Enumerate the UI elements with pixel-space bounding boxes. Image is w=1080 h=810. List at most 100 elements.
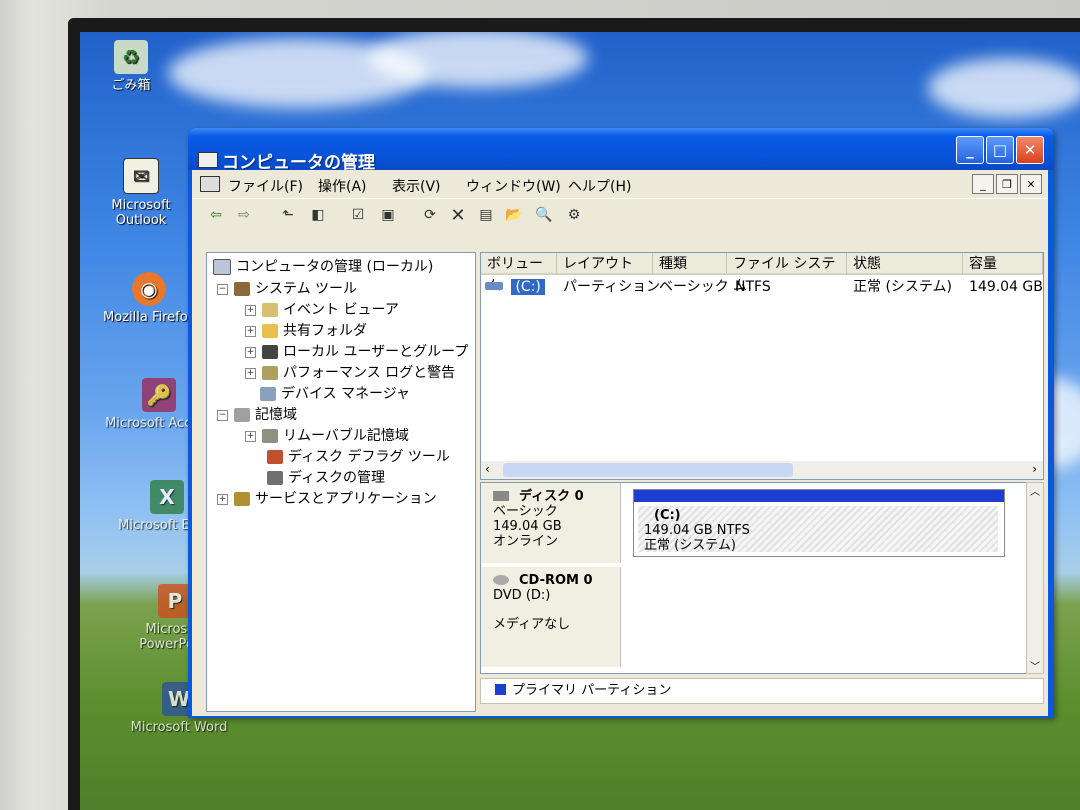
cdrom-type: DVD (D:) [493, 588, 551, 603]
tree-root[interactable]: コンピュータの管理 (ローカル) [213, 257, 433, 277]
column-header-status[interactable]: 状態 [847, 253, 963, 275]
menu-view[interactable]: 表示(V) [392, 176, 441, 196]
partition-legend: プライマリ パーティション [480, 678, 1044, 704]
show-hide-tree-icon[interactable]: ◧ [308, 205, 328, 225]
computer-icon [198, 152, 218, 168]
tree-item-local-users[interactable]: + ローカル ユーザーとグループ [245, 342, 468, 362]
properties-sheet-icon[interactable]: ▤ [476, 205, 496, 225]
tree-item-system-tools[interactable]: − システム ツール [217, 279, 357, 299]
tree-item-services-apps[interactable]: + サービスとアプリケーション [217, 489, 437, 509]
defrag-icon [267, 450, 283, 464]
access-icon: 🔑 [142, 378, 176, 412]
desktop-icon-recycle-bin[interactable]: ♻ ごみ箱 [76, 40, 186, 93]
search-icon[interactable]: 🔍 [534, 205, 554, 225]
menu-help[interactable]: ヘルプ(H) [568, 176, 631, 196]
computer-management-window: コンピュータの管理 _ □ ✕ ファイル(F) 操作(A) 表示(V) ウィンド… [188, 128, 1054, 718]
cell-status: 正常 (システム) [853, 279, 952, 295]
horizontal-scrollbar[interactable]: ‹ › [481, 461, 1043, 479]
mdi-restore-button[interactable]: ❐ [996, 174, 1018, 194]
refresh-icon[interactable]: ⟳ [420, 205, 440, 225]
tree-item-removable-storage[interactable]: + リムーバブル記憶域 [245, 426, 409, 446]
vertical-scrollbar[interactable]: ︿ ﹀ [1026, 482, 1044, 674]
tree-item-event-viewer[interactable]: + イベント ビューア [245, 300, 399, 320]
scroll-right-icon[interactable]: › [1032, 462, 1037, 476]
scroll-up-icon[interactable]: ︿ [1027, 483, 1043, 498]
tree-item-performance-logs[interactable]: + パフォーマンス ログと警告 [245, 363, 455, 383]
cdrom-0-label[interactable]: CD-ROM 0 DVD (D:) メディアなし [481, 567, 621, 667]
scroll-thumb[interactable] [503, 463, 793, 477]
performance-icon [262, 366, 278, 380]
disk-0-size: 149.04 GB [493, 519, 562, 534]
tools-icon [234, 282, 250, 296]
storage-icon [234, 408, 250, 422]
legend-primary-partition: プライマリ パーティション [512, 683, 672, 698]
partition-c[interactable]: (C:) 149.04 GB NTFS 正常 (システム) [633, 489, 1005, 557]
tree-item-disk-management[interactable]: ディスクの管理 [267, 468, 385, 488]
desktop-icon-label: Microsoft Word [130, 720, 228, 735]
cd-drive-icon [493, 575, 509, 585]
device-manager-icon [260, 387, 276, 401]
column-header-type[interactable]: 種類 [653, 253, 727, 275]
minimize-button[interactable]: _ [956, 136, 984, 164]
column-header-layout[interactable]: レイアウト [557, 253, 653, 275]
partition-detail: 149.04 GB NTFS [644, 523, 750, 538]
mdi-controls: _ ❐ ✕ [972, 174, 1042, 194]
menu-action[interactable]: 操作(A) [318, 176, 367, 196]
scroll-left-icon[interactable]: ‹ [485, 462, 490, 476]
maximize-button[interactable]: □ [986, 136, 1014, 164]
desktop-icon-outlook[interactable]: ✉ Microsoft Outlook [86, 158, 196, 228]
menu-file[interactable]: ファイル(F) [228, 176, 303, 196]
menu-window[interactable]: ウィンドウ(W) [466, 176, 561, 196]
hard-disk-icon [493, 491, 509, 501]
mdi-minimize-button[interactable]: _ [972, 174, 994, 194]
partition-label: (C:) [654, 508, 681, 523]
legend-swatch [495, 684, 506, 695]
console-tree: コンピュータの管理 (ローカル) − システム ツール + イベント ビューア … [206, 252, 476, 712]
close-button[interactable]: ✕ [1016, 136, 1044, 164]
back-icon[interactable]: ⇦ [206, 205, 226, 225]
cell-layout: パーティション [563, 279, 661, 295]
cdrom-state: メディアなし [493, 617, 571, 632]
disk-0-type: ベーシック [493, 504, 558, 519]
users-icon [262, 345, 278, 359]
partition-status: 正常 (システム) [644, 538, 736, 553]
screen-edge [68, 18, 1080, 32]
tree-item-shared-folders[interactable]: + 共有フォルダ [245, 321, 367, 341]
scroll-down-icon[interactable]: ﹀ [1027, 658, 1043, 673]
screen-edge [68, 18, 80, 810]
outlook-icon: ✉ [123, 158, 159, 194]
firefox-icon: ◉ [132, 272, 166, 306]
computer-icon [213, 259, 231, 275]
services-icon [234, 492, 250, 506]
column-header-filesystem[interactable]: ファイル システム [727, 253, 847, 294]
title-bar[interactable]: コンピュータの管理 _ □ ✕ [188, 128, 1054, 173]
mdi-close-button[interactable]: ✕ [1020, 174, 1042, 194]
forward-icon[interactable]: ⇨ [234, 205, 254, 225]
menu-bar: ファイル(F) 操作(A) 表示(V) ウィンドウ(W) ヘルプ(H) _ ❐ … [192, 170, 1048, 196]
disk-0-state: オンライン [493, 534, 559, 549]
column-header-volume[interactable]: ボリューム [481, 253, 557, 294]
properties-icon[interactable]: ☑ [348, 205, 368, 225]
window-client: ファイル(F) 操作(A) 表示(V) ウィンドウ(W) ヘルプ(H) _ ❐ … [192, 170, 1048, 716]
help-icon[interactable]: ▣ [378, 205, 398, 225]
cell-type: ベーシック [659, 279, 729, 295]
console-icon[interactable] [200, 176, 220, 192]
disk-0-label[interactable]: ディスク 0 ベーシック 149.04 GB オンライン [481, 483, 621, 563]
cloud [368, 28, 588, 88]
folder-icon [262, 324, 278, 338]
desktop-icon-label: Microsoft Outlook [111, 198, 171, 228]
excel-icon: X [150, 480, 184, 514]
column-header-capacity[interactable]: 容量 [963, 253, 1043, 275]
tree-item-device-manager[interactable]: デバイス マネージャ [260, 384, 410, 404]
tree-item-storage[interactable]: − 記憶域 [217, 405, 297, 425]
tree-item-disk-defrag[interactable]: ディスク デフラグ ツール [267, 447, 450, 467]
settings-icon[interactable]: ⚙ [564, 205, 584, 225]
cell-capacity: 149.04 GB [969, 279, 1043, 295]
delete-icon[interactable]: ✕ [448, 205, 468, 226]
table-row[interactable]: (C:) [485, 277, 545, 297]
open-folder-icon[interactable]: 📂 [504, 205, 524, 225]
desktop-icon-label: ごみ箱 [111, 78, 151, 93]
volume-icon [485, 282, 503, 290]
up-folder-icon[interactable]: ⬑ [278, 205, 298, 225]
disk-graphical-view: ディスク 0 ベーシック 149.04 GB オンライン (C:) 149.04… [480, 482, 1028, 674]
